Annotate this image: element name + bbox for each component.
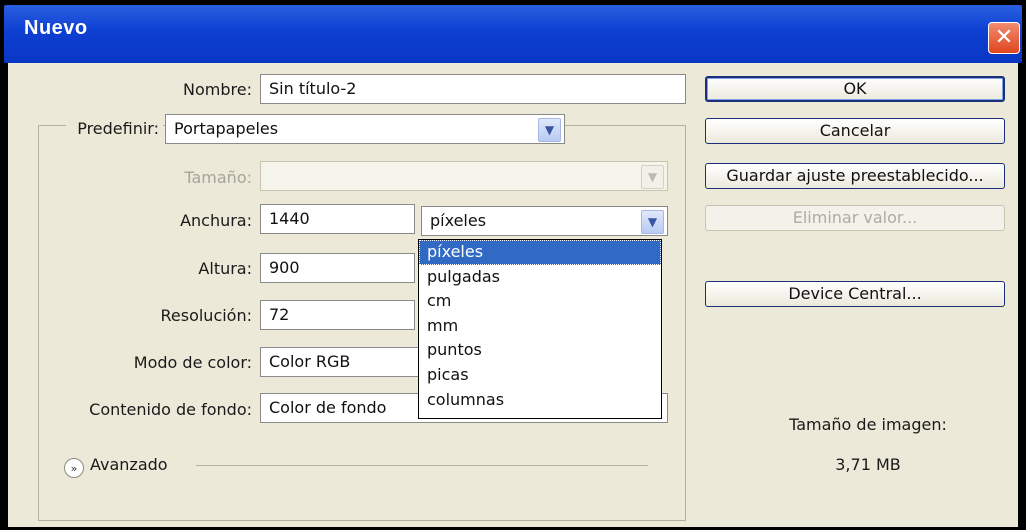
anchura-input[interactable]: 1440 xyxy=(260,204,415,234)
anchura-label: Anchura: xyxy=(180,211,252,230)
tamano-select[interactable]: ▼ xyxy=(260,161,668,191)
unit-option-pulgadas[interactable]: pulgadas xyxy=(419,265,661,290)
save-preset-button[interactable]: Guardar ajuste preestablecido... xyxy=(705,163,1005,189)
contenido-fondo-label: Contenido de fondo: xyxy=(89,400,252,419)
modo-color-value: Color RGB xyxy=(269,352,351,371)
modo-color-label: Modo de color: xyxy=(133,353,252,372)
altura-input[interactable]: 900 xyxy=(260,253,415,283)
unit-option-cm[interactable]: cm xyxy=(419,289,661,314)
unit-option-picas[interactable]: picas xyxy=(419,363,661,388)
unit-option-puntos[interactable]: puntos xyxy=(419,338,661,363)
unit-option-pixeles[interactable]: píxeles xyxy=(419,240,661,265)
anchura-unit-value: píxeles xyxy=(430,211,487,230)
predefinir-value: Portapapeles xyxy=(174,119,279,138)
title-bar: Nuevo xyxy=(4,5,1022,63)
image-size-label: Tamaño de imagen: xyxy=(789,415,947,434)
window-title: Nuevo xyxy=(24,17,88,39)
chevron-down-icon[interactable]: ▼ xyxy=(538,118,561,142)
predefinir-label: Predefinir: xyxy=(66,119,163,138)
resolucion-label: Resolución: xyxy=(160,306,252,325)
nombre-input[interactable]: Sin título-2 xyxy=(260,74,686,104)
predefinir-select[interactable]: Portapapeles ▼ xyxy=(165,114,565,144)
contenido-fondo-value: Color de fondo xyxy=(269,398,387,417)
avanzado-label[interactable]: Avanzado xyxy=(90,455,168,474)
unit-option-columnas[interactable]: columnas xyxy=(419,388,661,413)
close-icon: ✕ xyxy=(994,25,1014,50)
close-button[interactable]: ✕ xyxy=(988,22,1020,54)
anchura-unit-select[interactable]: píxeles ▼ xyxy=(421,206,668,236)
nombre-label: Nombre: xyxy=(183,80,252,99)
cancel-button[interactable]: Cancelar xyxy=(705,118,1005,144)
tamano-label: Tamaño: xyxy=(184,168,252,187)
altura-label: Altura: xyxy=(198,259,252,278)
resolucion-input[interactable]: 72 xyxy=(260,300,415,330)
device-central-button[interactable]: Device Central... xyxy=(705,281,1005,307)
image-size-value: 3,71 MB xyxy=(835,455,901,474)
modo-color-select[interactable]: Color RGB xyxy=(260,347,425,377)
unit-dropdown-list[interactable]: píxeles pulgadas cm mm puntos picas colu… xyxy=(418,239,662,419)
ok-button[interactable]: OK xyxy=(705,76,1005,102)
delete-preset-button: Eliminar valor... xyxy=(705,205,1005,231)
unit-option-mm[interactable]: mm xyxy=(419,314,661,339)
chevron-down-icon: ▼ xyxy=(641,165,664,189)
divider-line xyxy=(196,465,648,466)
chevron-down-icon[interactable]: ▼ xyxy=(641,210,664,234)
double-chevron-down-icon[interactable]: » xyxy=(64,458,84,478)
